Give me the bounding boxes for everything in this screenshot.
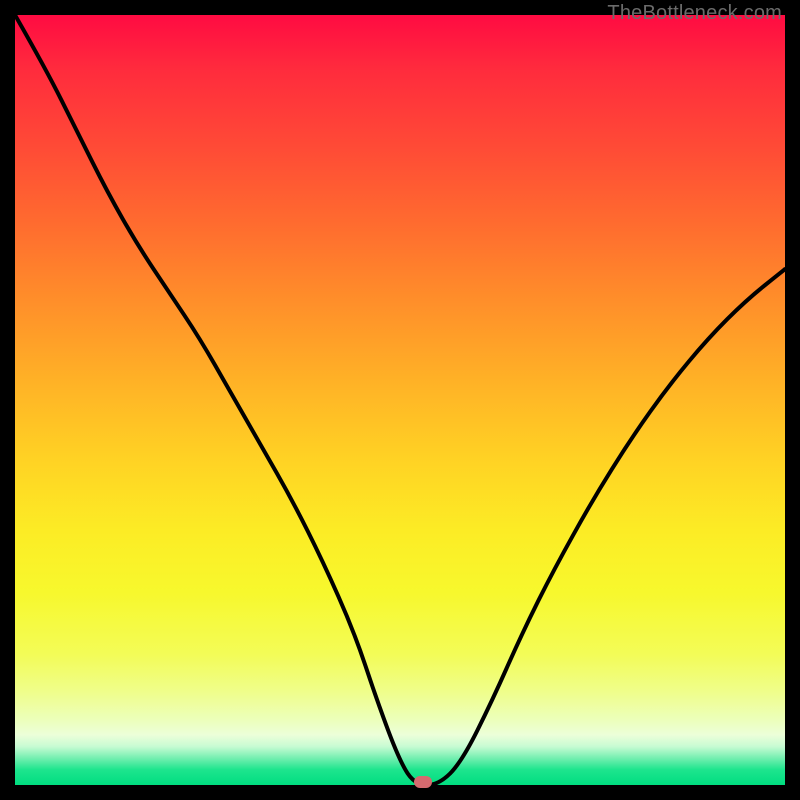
watermark-text: TheBottleneck.com bbox=[607, 2, 782, 25]
bottleneck-curve bbox=[15, 15, 785, 785]
chart-frame bbox=[15, 15, 785, 785]
optimal-point-marker bbox=[414, 776, 432, 788]
